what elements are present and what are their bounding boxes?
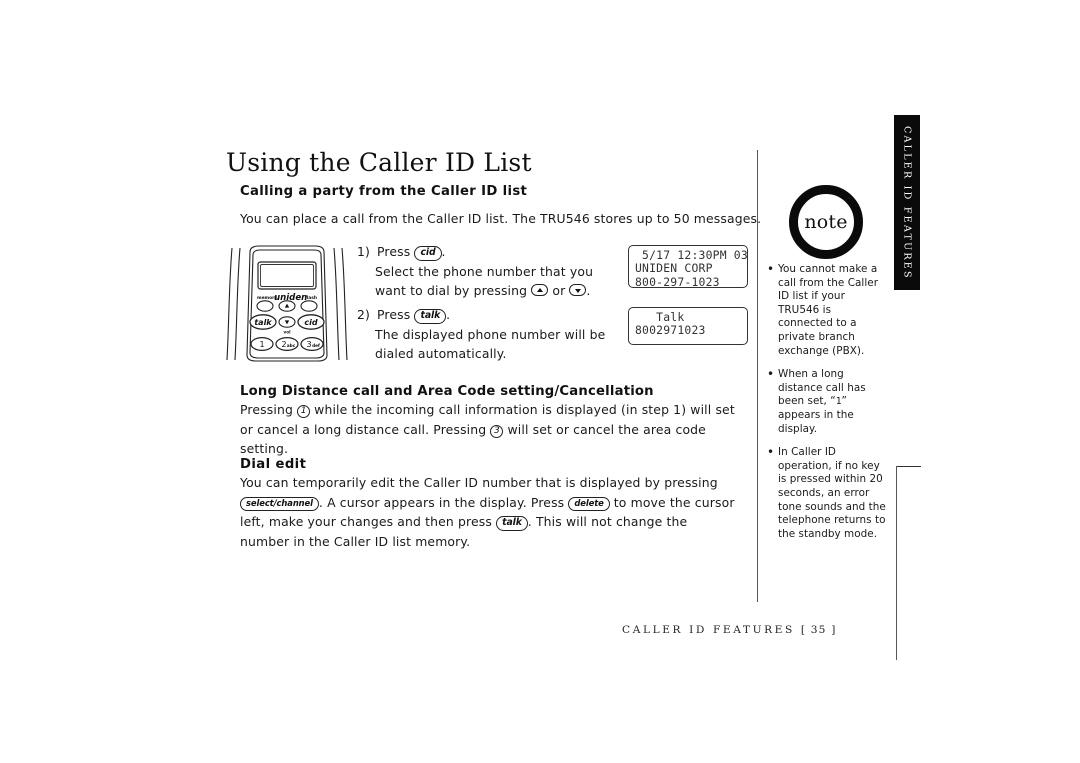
lcd-talk-display: Talk 8002971023	[628, 307, 748, 345]
cid-key-pill[interactable]: cid	[414, 246, 442, 261]
bullet-icon: •	[767, 367, 775, 382]
note-badge-label: note	[804, 210, 848, 233]
side-tab-caller-id-features: CALLER ID FEATURES	[894, 115, 920, 290]
lcd-cid-line1: 5/17 12:30PM 03	[635, 248, 748, 262]
note-badge: note	[789, 185, 863, 259]
long-distance-text: Pressing 1 while the incoming call infor…	[240, 400, 750, 459]
section-heading-calling: Calling a party from the Caller ID list	[240, 184, 528, 199]
side-tab-label: CALLER ID FEATURES	[901, 125, 913, 280]
step-1-body-line1: Select the phone number that you	[375, 263, 594, 279]
footer-section-label: CALLER ID FEATURES	[622, 624, 795, 636]
footer-page-number: [ 35 ]	[800, 624, 837, 636]
delete-key-pill[interactable]: delete	[568, 496, 610, 511]
svg-text:3: 3	[306, 340, 311, 349]
calling-intro-text: You can place a call from the Caller ID …	[240, 211, 762, 226]
lcd-cid-line2: UNIDEN CORP	[635, 261, 713, 276]
step-1-number: 1)	[357, 244, 371, 259]
dial-edit-text: You can temporarily edit the Caller ID n…	[240, 473, 740, 551]
svg-text:1: 1	[259, 340, 264, 349]
right-tick-rule	[897, 466, 921, 468]
step-1-period: .	[441, 244, 446, 259]
long-distance-text-a: Pressing	[240, 402, 293, 417]
bullet-icon: •	[767, 262, 775, 276]
select-channel-key-pill[interactable]: select/channel	[240, 496, 319, 511]
section-heading-dial-edit: Dial edit	[240, 457, 307, 472]
note-item-text: In Caller ID operation, if no key is pre…	[778, 446, 886, 540]
page-title: Using the Caller ID List	[226, 148, 532, 177]
note-item: • When a long distance call has been set…	[766, 367, 886, 436]
talk-key-pill-2[interactable]: talk	[496, 516, 528, 531]
talk-key-pill[interactable]: talk	[414, 309, 447, 324]
step-1-or: or	[552, 283, 566, 298]
lcd-caller-id-display: 5/17 12:30PM 03 UNIDEN CORP 800-297-1023	[628, 245, 748, 289]
svg-text:vol: vol	[283, 330, 291, 335]
svg-text:cid: cid	[304, 318, 317, 327]
section-heading-long-distance: Long Distance call and Area Code setting…	[240, 384, 654, 399]
cordless-phone-illustration: memory flash uniden talk cid vol 1 2 abc	[226, 243, 348, 363]
svg-text:talk: talk	[254, 318, 272, 327]
down-arrow-key-pill[interactable]	[569, 284, 587, 296]
dial-edit-text-b: . A cursor appears in the display. Press	[318, 494, 565, 510]
footer: CALLER ID FEATURES [ 35 ]	[622, 624, 837, 636]
svg-text:abc: abc	[287, 343, 296, 349]
step-1-lead: Press	[377, 244, 411, 259]
step-2-lead: Press	[377, 307, 411, 322]
manual-page: Using the Caller ID List Calling a party…	[0, 0, 1080, 763]
note-item: • You cannot make a call from the Caller…	[766, 262, 886, 358]
key-3-pill[interactable]: 3	[490, 424, 504, 438]
step-1: 1) Press cid. Select the phone number tha…	[357, 242, 607, 301]
right-margin-rule	[896, 466, 897, 660]
step-2-period: .	[446, 307, 451, 322]
step-2-number: 2)	[357, 307, 371, 322]
step-2: 2) Press talk. The displayed phone number…	[357, 305, 607, 364]
up-arrow-key-pill[interactable]	[531, 284, 549, 296]
dial-edit-text-a: You can temporarily edit the Caller ID n…	[240, 475, 718, 490]
lcd-talk-line2: 8002971023	[635, 323, 706, 338]
svg-text:def: def	[312, 343, 320, 349]
note-item: • In Caller ID operation, if no key is p…	[766, 445, 886, 541]
key-1-pill[interactable]: 1	[297, 405, 311, 418]
lcd-cid-line3: 800-297-1023	[635, 274, 720, 289]
step-1-body-line2: want to dial by pressing	[375, 283, 528, 298]
step-2-body-line1: The displayed phone number will be	[375, 326, 606, 342]
step-1-body-end: .	[586, 283, 591, 298]
lcd-talk-line1: Talk	[635, 310, 685, 324]
note-item-text: You cannot make a call from the Caller I…	[778, 263, 879, 357]
column-divider-rule	[757, 150, 758, 602]
step-2-body-line2: dialed automatically.	[375, 346, 507, 361]
note-item-text-a: When a long distance call has been set, …	[778, 368, 866, 408]
note-list: • You cannot make a call from the Caller…	[766, 262, 886, 551]
bullet-icon: •	[767, 445, 775, 460]
